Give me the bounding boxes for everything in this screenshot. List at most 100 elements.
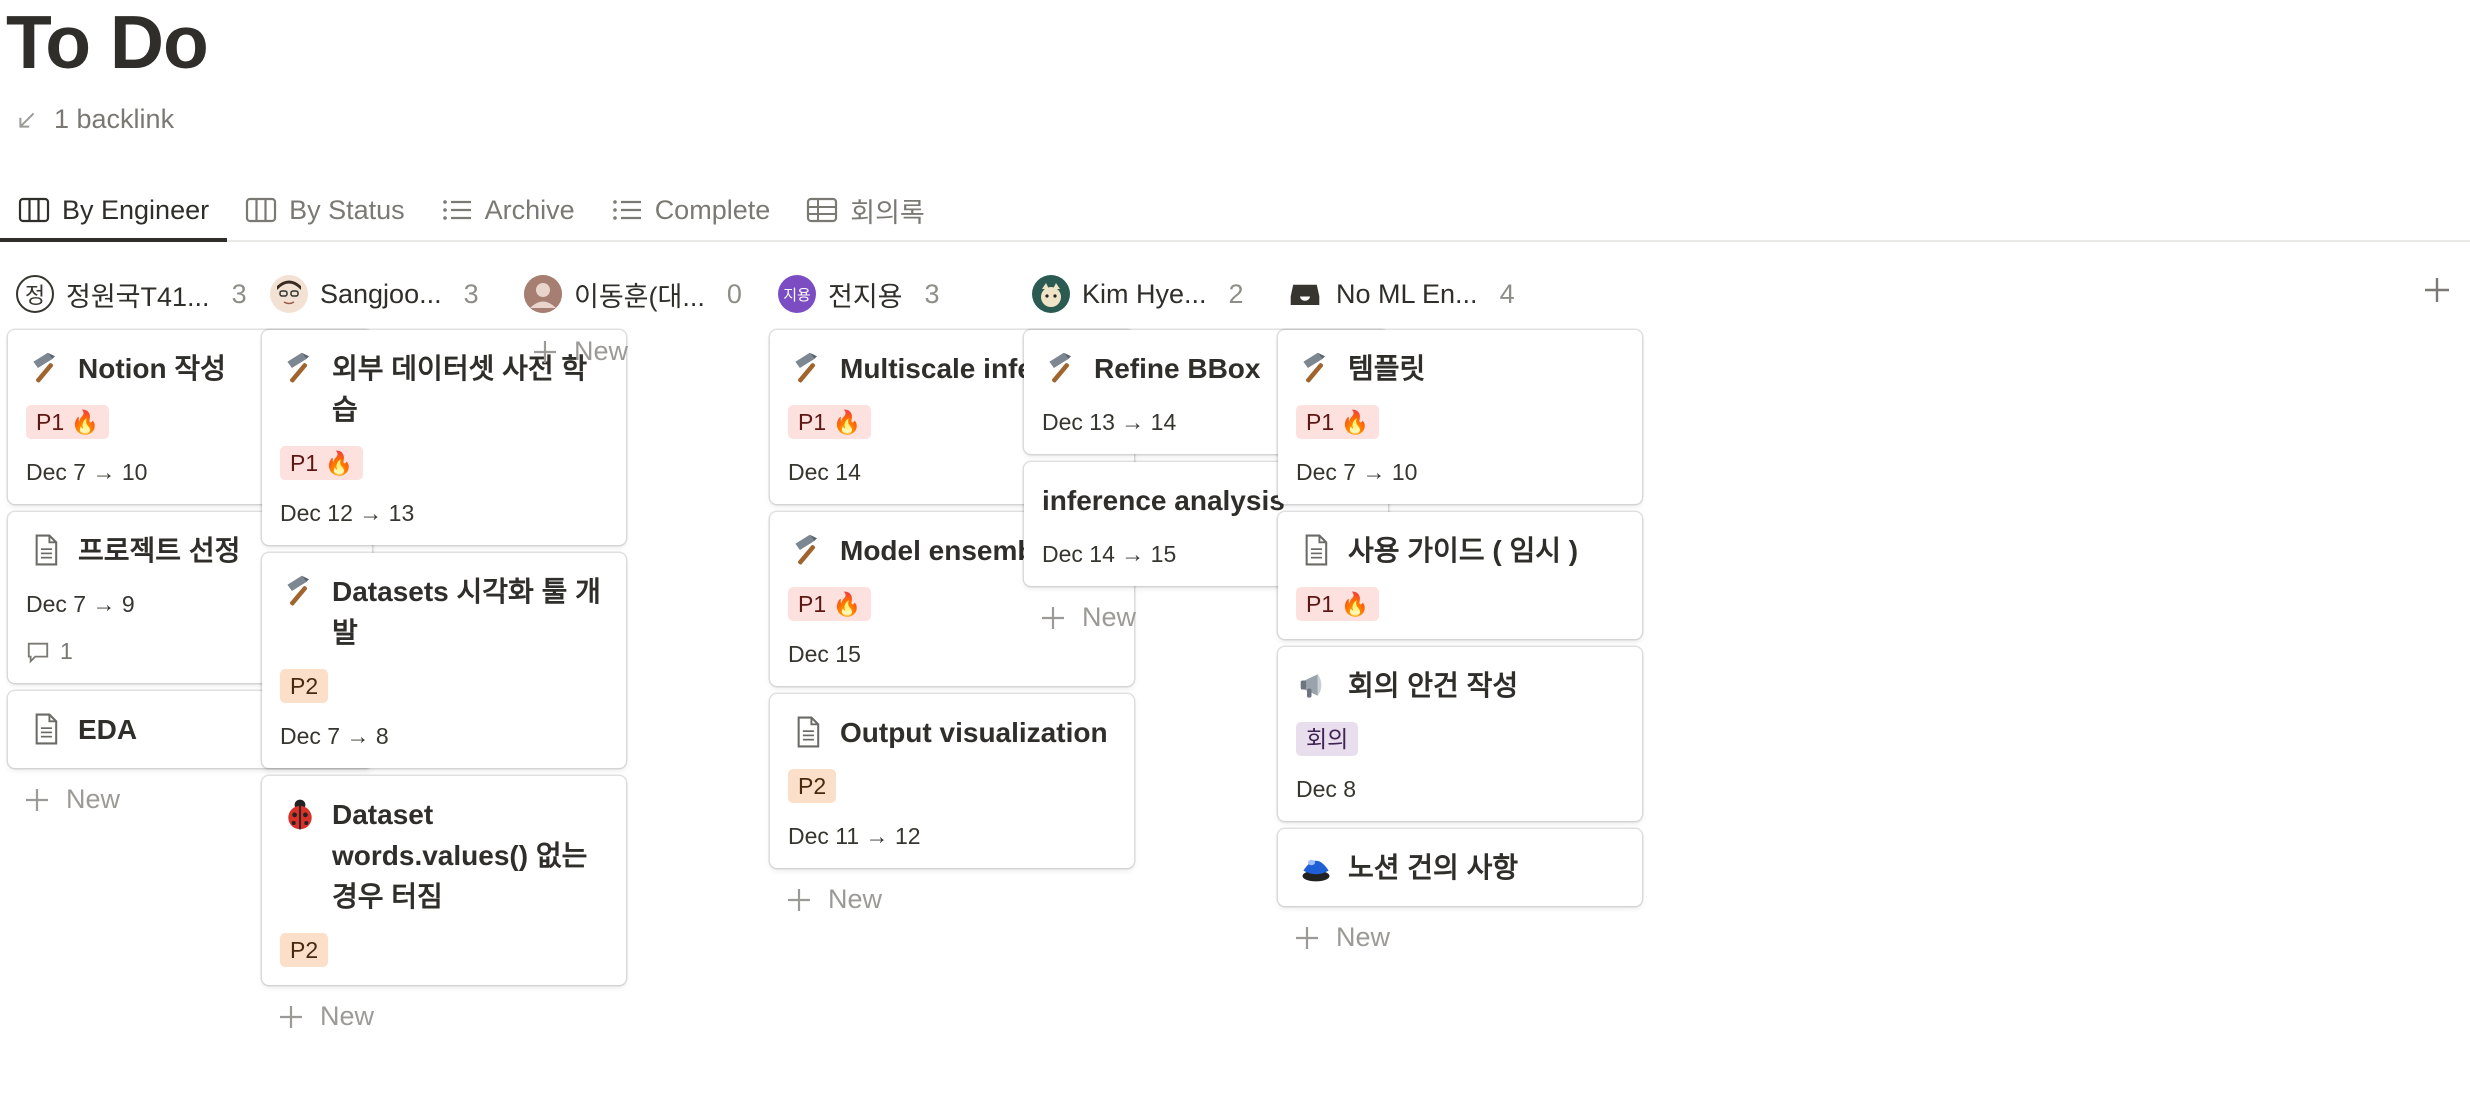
task-card[interactable]: 회의 안건 작성회의 Dec 8 [1278,647,1642,821]
card-date: Dec 15 [788,641,861,667]
card-list: 외부 데이터셋 사전 학습 P1 🔥 Dec 12 → 13 Datasets 시각화… [262,330,626,1032]
tab-by-status[interactable]: By Status [227,182,423,238]
tab-label: Archive [484,194,575,225]
avatar-memoji [270,275,308,313]
card-title-text: 템플릿 [1348,353,1426,384]
column-name: 정원국T41... [66,281,210,312]
priority-tag: P1 🔥 [788,587,872,621]
hammer-icon [26,348,66,388]
task-card[interactable]: Datasets 시각화 툴 개발 P2 Dec 7 → 8 [262,553,626,768]
card-title-text: 사용 가이드 ( 임시 ) [1348,535,1579,566]
document-icon [26,709,66,749]
tab-label: By Engineer [62,194,210,225]
backlink-label: 1 backlink [54,104,175,134]
inbox-icon [1286,275,1324,313]
arrow-down-left-icon [19,112,35,128]
card-list: 템플릿 P1 🔥 Dec 7 → 10 사용 가이드 ( 임시 ) P1 🔥 회의 안건 … [1278,330,1642,953]
column-header[interactable]: 지용 전지용 3 [778,270,940,318]
priority-tag: 회의 [1296,722,1359,756]
page-title: To Do [6,0,209,84]
new-card-label: New [1336,922,1391,952]
megaphone-icon [1296,665,1336,705]
column-header[interactable]: No ML En... 4 [1286,270,1515,318]
task-card[interactable]: Dataset words.values() 없는 경우 터짐 P2 [262,776,626,985]
plus-icon [278,1004,304,1030]
hammer-icon [1042,348,1082,388]
tab-label: 회의록 [850,197,925,228]
card-title-text: Dataset words.values() 없는 경우 터짐 [332,799,588,912]
comment-count-value: 1 [60,638,73,664]
card-title-text: 회의 안건 작성 [1348,670,1519,701]
priority-tag: P1 🔥 [788,405,872,439]
column-header[interactable]: 이동훈(대... 0 [524,270,742,318]
card-title-text: Refine BBox [1094,353,1261,384]
priority-tag: P1 🔥 [1296,587,1380,621]
plus-icon [532,339,558,365]
priority-tag: P2 [788,769,837,803]
card-title: 사용 가이드 ( 임시 ) [1296,530,1622,571]
ladybug-icon [280,794,320,834]
list-icon [441,196,473,224]
card-date: Dec 7 → 10 [1296,459,1418,485]
tab-label: By Status [289,194,405,225]
card-title-text: 노션 건의 사항 [1348,852,1519,883]
hammer-icon [280,348,320,388]
card-date: Dec 8 [1296,776,1357,802]
board-icon [18,196,50,224]
priority-tag: P1 🔥 [280,446,364,480]
card-title: Dataset words.values() 없는 경우 터짐 [280,794,606,917]
plus-icon [1294,925,1320,951]
new-card-button[interactable]: New [1278,922,1642,953]
task-card[interactable]: 노션 건의 사항 [1278,829,1642,906]
avatar: 지용 [778,275,816,313]
plus-icon [786,887,812,913]
column-header[interactable]: 정 정원국T41... 3 [16,270,247,318]
task-card[interactable]: 사용 가이드 ( 임시 ) P1 🔥 [1278,512,1642,639]
card-title: 템플릿 [1296,348,1622,389]
new-card-button[interactable]: New [770,884,1134,915]
card-date: Dec 12 → 13 [280,500,415,526]
list-icon [611,196,643,224]
tab-by-engineer[interactable]: By Engineer [0,182,228,242]
column-count: 3 [231,278,247,309]
column-count: 3 [463,278,479,309]
avatar [1032,275,1070,313]
buzzer-icon [1296,847,1336,887]
priority-tag: P1 🔥 [26,405,110,439]
card-title-text: EDA [78,714,138,745]
table-icon [806,196,838,224]
column-count: 0 [726,278,742,309]
document-icon [1296,530,1336,570]
avatar [524,275,562,313]
priority-tag: P2 [280,669,329,703]
task-card[interactable]: 템플릿 P1 🔥 Dec 7 → 10 [1278,330,1642,504]
board-icon [245,196,277,224]
tab-archive[interactable]: Archive [423,182,593,238]
document-icon [788,712,828,752]
card-title: Datasets 시각화 툴 개발 [280,571,606,653]
hammer-icon [1296,348,1336,388]
priority-tag: P1 🔥 [1296,405,1380,439]
plus-icon [24,787,50,813]
column-header[interactable]: Kim Hye... 2 [1032,270,1244,318]
avatar: 정 [16,275,54,313]
column-name: No ML En... [1336,278,1478,309]
add-column-icon[interactable] [2422,275,2452,305]
new-card-label: New [1082,602,1137,632]
view-tabs: By Engineer By Status Archive Complete 회의록 [0,182,2470,242]
card-title: Output visualization [788,712,1114,753]
column-count: 4 [1499,278,1515,309]
new-card-button[interactable]: New [262,1001,626,1032]
task-card[interactable]: Output visualization P2 Dec 11 → 12 [770,694,1134,868]
card-title: 회의 안건 작성 [1296,665,1622,706]
document-icon [26,530,66,570]
card-title-text: Notion 작성 [78,353,226,384]
new-card-label: New [320,1001,375,1031]
backlink-link[interactable]: 1 backlink [16,104,174,135]
tab-회의록[interactable]: 회의록 [788,182,943,238]
column-count: 3 [924,278,940,309]
tab-complete[interactable]: Complete [593,182,789,238]
card-date: Dec 7 → 8 [280,723,389,749]
column-header[interactable]: Sangjoo... 3 [270,270,479,318]
hammer-icon [788,348,828,388]
